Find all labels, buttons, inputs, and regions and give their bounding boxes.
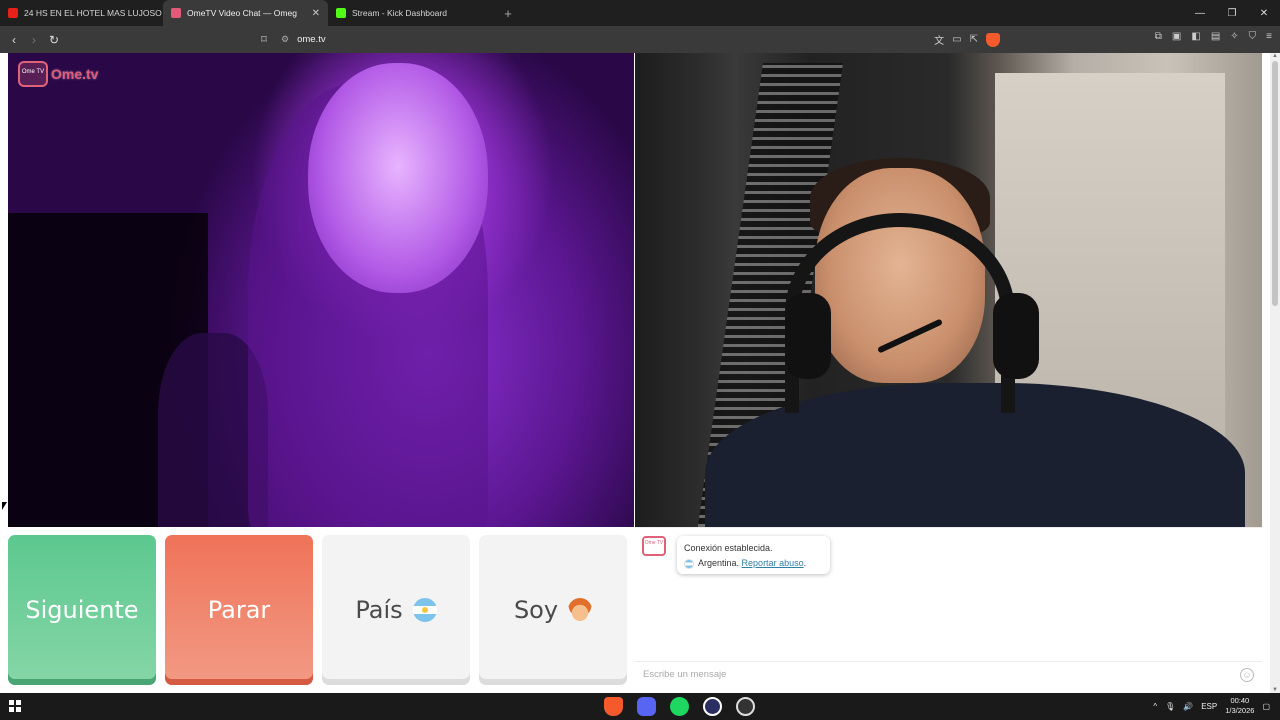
tab-title: 24 HS EN EL HOTEL MAS LUJOSO DE bbox=[24, 8, 163, 18]
scroll-up-icon[interactable]: ▲ bbox=[1272, 53, 1278, 59]
stop-button-label: Parar bbox=[207, 596, 271, 624]
url-text[interactable]: ome.tv bbox=[297, 34, 326, 45]
new-tab-button[interactable]: + bbox=[497, 6, 519, 21]
tab-title: Stream - Kick Dashboard bbox=[352, 8, 447, 18]
scroll-thumb[interactable] bbox=[1272, 61, 1278, 306]
gender-button[interactable]: Soy bbox=[479, 535, 627, 685]
next-button[interactable]: Siguiente bbox=[8, 535, 156, 685]
windows-taskbar: ^ 🎙 🔊 ESP 00:40 1/3/2026 ▢ bbox=[0, 693, 1280, 720]
stop-button[interactable]: Parar bbox=[165, 535, 313, 685]
translate-icon[interactable]: 文 bbox=[934, 32, 944, 47]
time: 00:40 bbox=[1230, 696, 1250, 705]
back-icon[interactable]: ‹ bbox=[4, 33, 24, 47]
tab-youtube[interactable]: 24 HS EN EL HOTEL MAS LUJOSO DE bbox=[0, 0, 163, 26]
minimize-icon[interactable]: — bbox=[1184, 8, 1216, 19]
tab-title: OmeTV Video Chat — Omeg bbox=[187, 8, 297, 18]
extensions-area: ⧉ ▣ ◧ ▤ ✧ ⛉ ≡ bbox=[1155, 31, 1272, 42]
window-controls: — ❐ ✕ bbox=[1184, 8, 1280, 19]
tv-logo-icon: Ome TV bbox=[18, 61, 48, 87]
menu-icon[interactable]: ≡ bbox=[1266, 31, 1272, 42]
connection-message: Conexión establecida. bbox=[684, 543, 773, 553]
app-icon[interactable] bbox=[703, 697, 722, 716]
boy-emoji-icon bbox=[568, 598, 593, 622]
discord-icon[interactable] bbox=[637, 697, 656, 716]
argentina-flag-icon bbox=[412, 598, 437, 622]
share-icon[interactable]: ⇱ bbox=[970, 34, 978, 45]
address-bar[interactable]: ⌑ ⚙ ome.tv 文 ▭ ⇱ bbox=[255, 29, 1000, 50]
gender-button-label: Soy bbox=[513, 596, 559, 624]
extensions-icon[interactable]: ⧉ bbox=[1155, 31, 1162, 42]
cast-icon[interactable]: ▭ bbox=[952, 34, 961, 45]
system-tray: ^ 🎙 🔊 ESP 00:40 1/3/2026 ▢ bbox=[1153, 696, 1270, 716]
argentina-flag-icon bbox=[684, 558, 694, 569]
chevron-up-icon[interactable]: ^ bbox=[1153, 702, 1157, 711]
stranger-video: Ome TV Ome.tv bbox=[8, 53, 634, 527]
language-indicator[interactable]: ESP bbox=[1201, 702, 1217, 711]
sidebar-icon[interactable]: ◧ bbox=[1191, 31, 1200, 42]
leo-ai-icon[interactable]: ✧ bbox=[1230, 31, 1238, 42]
forward-icon[interactable]: › bbox=[24, 33, 44, 47]
emoji-icon[interactable]: ☺ bbox=[1240, 668, 1254, 682]
tab-kick[interactable]: Stream - Kick Dashboard bbox=[328, 0, 493, 26]
spotify-icon[interactable] bbox=[670, 697, 689, 716]
report-abuse-link[interactable]: Reportar abuso bbox=[742, 558, 804, 568]
country-name: Argentina. bbox=[698, 558, 740, 568]
logo-text: Ome.tv bbox=[51, 66, 99, 82]
page-scrollbar[interactable]: ▲ ▼ bbox=[1270, 53, 1280, 693]
clock[interactable]: 00:40 1/3/2026 bbox=[1225, 696, 1254, 716]
screenshot-icon[interactable]: ▣ bbox=[1172, 31, 1181, 42]
reload-icon[interactable]: ↻ bbox=[44, 33, 64, 47]
message-input-area: ☺ bbox=[635, 661, 1262, 687]
close-tab-icon[interactable]: ✕ bbox=[312, 8, 320, 19]
country-button-label: País bbox=[355, 596, 403, 624]
brave-shield-icon[interactable] bbox=[986, 32, 1000, 47]
country-button[interactable]: País bbox=[322, 535, 470, 685]
next-button-label: Siguiente bbox=[25, 596, 139, 624]
tab-ometv[interactable]: OmeTV Video Chat — Omeg ✕ bbox=[163, 0, 328, 26]
message-input[interactable] bbox=[635, 662, 1215, 686]
bookmark-icon[interactable]: ⌑ bbox=[255, 33, 273, 46]
close-window-icon[interactable]: ✕ bbox=[1248, 8, 1280, 19]
youtube-icon bbox=[8, 8, 18, 18]
maximize-icon[interactable]: ❐ bbox=[1216, 8, 1248, 19]
ometv-logo: Ome TV Ome.tv bbox=[18, 61, 98, 87]
wallet-icon[interactable]: ▤ bbox=[1211, 31, 1220, 42]
volume-icon[interactable]: 🔊 bbox=[1183, 702, 1193, 711]
site-info-icon[interactable]: ⚙ bbox=[281, 34, 289, 45]
vpn-icon[interactable]: ⛉ bbox=[1249, 31, 1257, 42]
chat-panel: Ome TV Conexión establecida. Argentina. … bbox=[635, 527, 1262, 687]
country-line: Argentina. Reportar abuso. bbox=[684, 556, 823, 571]
mouse-cursor bbox=[2, 502, 7, 510]
browser-tab-bar: 24 HS EN EL HOTEL MAS LUJOSO DE OmeTV Vi… bbox=[0, 0, 1280, 26]
taskbar-apps bbox=[604, 697, 755, 716]
ometv-page: Ome TV Ome.tv Siguiente Parar País Soy O… bbox=[0, 53, 1270, 693]
kick-icon bbox=[336, 8, 346, 18]
brave-icon[interactable] bbox=[604, 697, 623, 716]
windows-start-icon[interactable] bbox=[9, 700, 21, 712]
date: 1/3/2026 bbox=[1225, 706, 1255, 715]
microphone-icon[interactable]: 🎙 bbox=[1165, 702, 1175, 711]
obs-icon[interactable] bbox=[736, 697, 755, 716]
system-message: Conexión establecida. Argentina. Reporta… bbox=[677, 536, 830, 574]
notifications-icon[interactable]: ▢ bbox=[1262, 702, 1270, 711]
ometv-icon bbox=[171, 8, 181, 18]
self-video bbox=[635, 53, 1262, 527]
browser-toolbar: ‹ › ↻ ⌑ ⚙ ome.tv 文 ▭ ⇱ ⧉ ▣ ◧ ▤ ✧ ⛉ ≡ bbox=[0, 26, 1280, 53]
ometv-avatar: Ome TV bbox=[642, 536, 666, 556]
